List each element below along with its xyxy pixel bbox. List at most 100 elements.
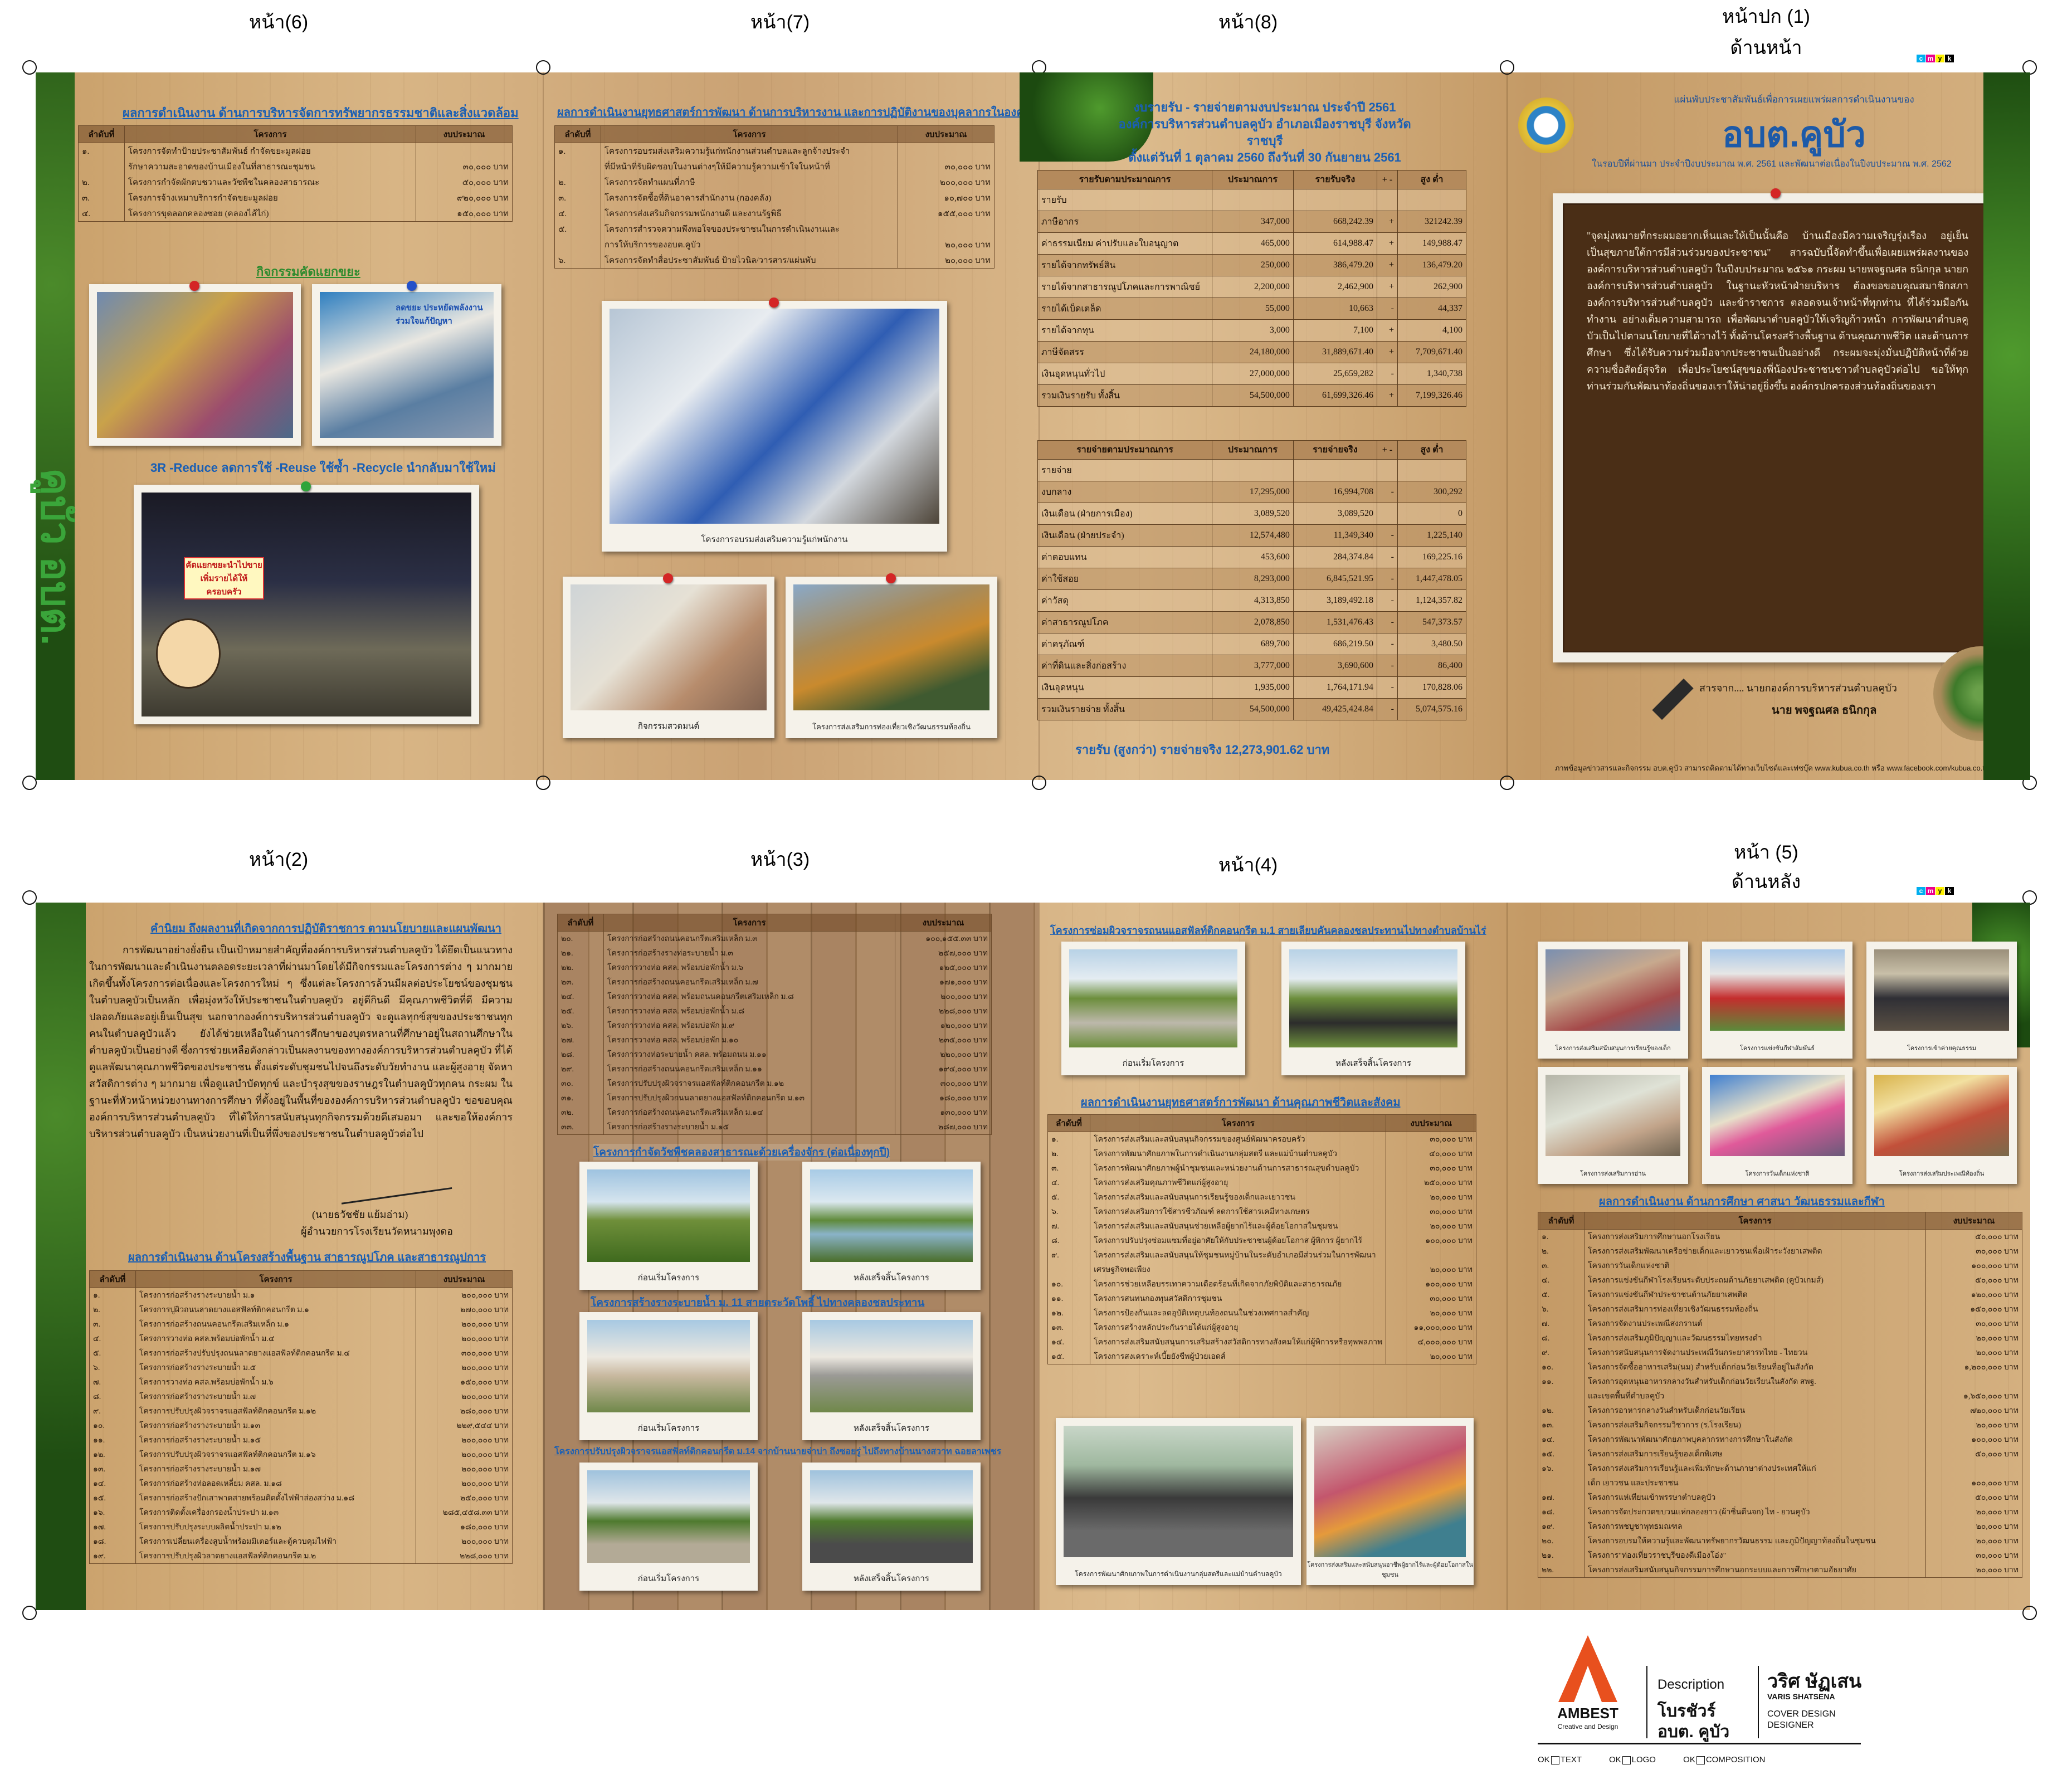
table-row: ค่าธรรมเนียม ค่าปรับและใบอนุญาต 465,000 61… <box>1037 232 1466 255</box>
table-cell: 321242.39 <box>1397 211 1466 233</box>
table-row: ๘. โครงการส่งเสริมภูมิปัญญาและวัฒนธรรมไทย… <box>1538 1331 2022 1346</box>
table-cell: ๒๐,๐๐๐ บาท <box>1925 1331 2022 1346</box>
table-row: ๑๖. โครงการติดตั้งเครื่องกรองน้ำประปา ม.๑… <box>89 1505 513 1520</box>
table-row: ๑. โครงการก่อสร้างรางระบายน้ำ ม.๑ ๒๐๐,๐๐๐ … <box>89 1288 513 1303</box>
table-cell: โครงการ"ท่องเที่ยวราชบุรีของดีเมืองโอ่ง" <box>1584 1548 1926 1563</box>
table-cell: 689,700 <box>1212 633 1294 655</box>
table-cell: โครงการพัฒนาศักยภาพในการดำเนินงานกลุ่มสต… <box>1090 1147 1387 1161</box>
table-cell: ๕. <box>1538 1288 1585 1302</box>
table-cell: + <box>1377 276 1398 298</box>
table-row: ๑. โครงการส่งเสริมและสนับสนุนกิจกรรมของศู… <box>1047 1132 1476 1147</box>
table-cell: ๙๒๐,๐๐๐ บาท <box>416 190 513 206</box>
table-cell: ๒๘๗,๐๐๐ บาท <box>895 1120 992 1135</box>
table-cell: 465,000 <box>1212 232 1294 255</box>
table-cell: ๒๔. <box>557 989 604 1004</box>
table-cell: ๑. <box>554 143 601 159</box>
table-row: รายได้จากทรัพย์สิน 250,000 386,479.20 +136,… <box>1037 254 1466 276</box>
table-cell: ๒๘๐,๐๐๐ บาท <box>416 1404 513 1418</box>
table-row: ๓๐. โครงการปรับปรุงผิวจราจรแอสฟัลท์ติกคอน… <box>557 1076 992 1091</box>
p4-photo-after: หลังเสร็จสิ้นโครงการ <box>1281 942 1465 1075</box>
table-cell: 686,219.50 <box>1293 633 1378 655</box>
table-cell: + <box>1377 341 1398 363</box>
p8-title-line: องค์การบริหารส่วนตำบลคูบัว อำเภอเมืองราช… <box>1118 117 1411 148</box>
table-cell: - <box>1377 568 1398 590</box>
table-cell: ๑๒๐,๐๐๐ บาท <box>895 1018 992 1033</box>
checkbox[interactable] <box>1622 1756 1631 1764</box>
table-cell: - <box>1377 611 1398 633</box>
crop-mark <box>536 776 550 790</box>
table-cell: ๑๑,๐๐๐,๐๐๐ บาท <box>1386 1320 1476 1335</box>
table-row: รักษาความสะอาดของบ้านเมืองในที่สาธารณะชุ… <box>78 159 513 174</box>
p6-activity-heading: กิจกรรมคัดแยกขยะ <box>256 265 360 279</box>
p7-photo-right-caption: โครงการส่งเสริมการท่องเที่ยวเชิงวัฒนธรรม… <box>812 723 971 731</box>
table-cell: ๓. <box>1538 1259 1585 1273</box>
table-row: ๒. โครงการกำจัดผักตบชวาและวัชพืชในคลองสาธ… <box>78 174 513 190</box>
table-cell: ๔. <box>1538 1273 1585 1288</box>
table-cell: ๒๕๐,๐๐๐ บาท <box>1386 1176 1476 1190</box>
table-cell: และเขตพื้นที่ตำบลคูบัว <box>1584 1389 1926 1403</box>
table-row: ๒. โครงการพัฒนาศักยภาพในการดำเนินงานกลุ่ม… <box>1047 1147 1476 1161</box>
table-cell: ๑๑. <box>1047 1291 1091 1306</box>
table-cell: โครงการส่งเสริมการศึกษานอกโรงเรียน <box>1584 1229 1926 1244</box>
table-cell: ๒๑. <box>557 946 604 961</box>
table-cell: ๔. <box>554 206 601 221</box>
p5-caption: โครงการวันเด็กแห่งชาติ <box>1745 1171 1810 1177</box>
checkbox[interactable] <box>1696 1756 1705 1764</box>
p4-budget-table: ลำดับที่ โครงการ งบประมาณ ๑. โครงการส่งเส… <box>1047 1114 1476 1364</box>
page-label-6: หน้า(6) <box>248 12 309 33</box>
divider <box>1538 1743 1861 1744</box>
table-row: การให้บริการของอบต.คูบัว ๒๐,๐๐๐ บาท <box>554 237 994 252</box>
table-cell: ๒๐๐,๐๐๐ บาท <box>416 1317 513 1332</box>
col-header: ลำดับที่ <box>89 1270 136 1288</box>
cmyk-swatch: cmyk <box>1917 55 1954 62</box>
table-cell: ๒๐,๐๐๐ บาท <box>1386 1190 1476 1205</box>
table-row: เศรษฐกิจพอเพียง ๒๐,๐๐๐ บาท <box>1047 1262 1476 1277</box>
p5-photo-6: โครงการส่งเสริมประเพณีท้องถิ่น <box>1866 1067 2017 1184</box>
table-cell: ๑๘๐,๐๐๐ บาท <box>895 1091 992 1105</box>
table-cell: โครงการปรับปรุงผิวจราจรแอสฟัลท์ติกคอนกรี… <box>135 1404 416 1418</box>
p6-photo-3: คัดแยกขยะนำไปขาย เพิ่มรายได้ให้ครอบครัว <box>134 481 479 724</box>
table-cell: ๒๐,๐๐๐ บาท <box>1386 1349 1476 1364</box>
p6-photo-1 <box>89 281 301 446</box>
table-row: ๒๒. โครงการส่งเสริมสนับสนุนกิจกรรมการศึกษ… <box>1538 1563 2022 1578</box>
table-row: ๒๑. โครงการ"ท่องเที่ยวราชบุรีของดีเมืองโอ… <box>1538 1548 2022 1563</box>
table-cell <box>416 143 513 159</box>
p6-sign-recycle: คัดแยกขยะนำไปขาย เพิ่มรายได้ให้ครอบครัว <box>184 557 264 599</box>
table-cell <box>554 159 601 174</box>
table-cell: โครงการส่งเสริมการใช้สารชีวภัณฑ์ ลดการใช… <box>1090 1205 1387 1219</box>
table-cell: เงินเดือน (ฝ่ายประจำ) <box>1037 524 1212 547</box>
table-cell: ๗๒๐,๐๐๐ บาท <box>1925 1403 2022 1418</box>
table-cell <box>1377 189 1398 211</box>
ok-text-label: OK <box>1683 1755 1695 1764</box>
table-cell: รายรับ <box>1037 189 1212 211</box>
table-cell: ๓๐. <box>557 1076 604 1091</box>
crop-mark <box>1500 776 1514 790</box>
col-header: ประมาณการ <box>1212 170 1294 189</box>
col-header: โครงการ <box>124 125 416 143</box>
designer-name-thai: วริศ ษัฏเสน <box>1767 1671 1862 1692</box>
table-cell: โครงการก่อสร้างรางระบายน้ำ ม.๑๓ <box>135 1418 416 1433</box>
table-cell: โครงการส่งเสริมคุณภาพชีวิตแก่ผู้สูงอายุ <box>1090 1176 1387 1190</box>
table-row: ๑๙. โครงการปรับปรุงผิวลาดยางแอสฟัลท์ติกคอ… <box>89 1549 513 1564</box>
caption-before: ก่อนเริ่มโครงการ <box>637 1273 700 1283</box>
table-row: ๘. โครงการก่อสร้างรางระบายน้ำ ม.๗ ๒๐๐,๐๐๐ … <box>89 1390 513 1404</box>
cover-sub-line: ในรอบปีที่ผ่านมา ประจำปีงบประมาณ พ.ศ. 25… <box>1592 159 1952 169</box>
table-cell: - <box>1377 698 1398 720</box>
p8-expense-table: รายจ่ายตามประมาณการ ประมาณการ รายจ่ายจริ… <box>1037 440 1466 720</box>
table-cell: เด็ก เยาวชน และประชาชน <box>1584 1476 1926 1490</box>
table-cell: โครงการเปลี่ยนเครื่องสูบน้ำพร้อมมิเตอร์แ… <box>135 1534 416 1549</box>
table-cell: โครงการส่งเสริมกิจกรรมพนักงานดี และงานรั… <box>601 206 898 221</box>
table-row: ๖. โครงการก่อสร้างรางระบายน้ำ ม.๕ ๒๐๐,๐๐๐ … <box>89 1361 513 1375</box>
table-cell: โครงการส่งเสริมและสนับสนุนการเรียนรู้ของ… <box>1090 1190 1387 1205</box>
table-cell <box>1377 503 1398 525</box>
table-cell: ๑๘. <box>1538 1505 1585 1519</box>
checkbox[interactable] <box>1551 1756 1559 1764</box>
table-cell: ค่าวัสดุ <box>1037 589 1212 612</box>
table-cell: ๓๐,๐๐๐ บาท <box>1386 1161 1476 1176</box>
table-row: ๑๒. โครงการป้องกันและลดอุบัติเหตุบนท้องถน… <box>1047 1306 1476 1320</box>
table-row: ๔. โครงการส่งเสริมคุณภาพชีวิตแก่ผู้สูงอาย… <box>1047 1176 1476 1190</box>
table-cell: ๒๓. <box>557 975 604 989</box>
col-header: ประมาณการ <box>1212 440 1294 460</box>
table-row: ๒๑. โครงการก่อสร้างรางท่อระบายน้ำ ม.๓ ๒๕๗,… <box>557 946 992 961</box>
col-header: รายจ่ายตามประมาณการ <box>1037 440 1212 460</box>
